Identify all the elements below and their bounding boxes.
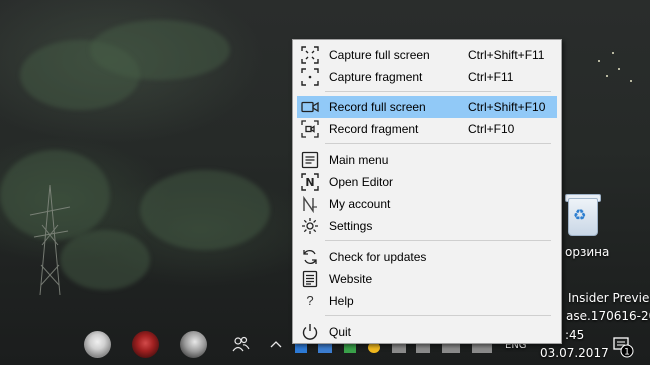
tray-context-menu: Capture full screen Ctrl+Shift+F11 Captu… <box>292 39 562 344</box>
menu-item-capture-fragment[interactable]: Capture fragment Ctrl+F11 <box>297 66 557 88</box>
menu-item-quit[interactable]: Quit <box>297 321 557 343</box>
capture-fragment-icon <box>301 68 319 86</box>
menu-item-label: Quit <box>329 325 352 339</box>
menu-item-label: Record fragment <box>329 122 419 136</box>
svg-text:N: N <box>305 176 314 189</box>
menu-item-capture-full-screen[interactable]: Capture full screen Ctrl+Shift+F11 <box>297 44 557 66</box>
star-dot <box>606 75 608 77</box>
menu-item-my-account[interactable]: My account <box>297 193 557 215</box>
capture-full-screen-icon <box>301 46 319 64</box>
menu-separator <box>325 240 551 241</box>
menu-item-label: Help <box>329 294 354 308</box>
menu-item-label: Check for updates <box>329 250 427 264</box>
menu-item-settings[interactable]: Settings <box>297 215 557 237</box>
recycle-bin-label[interactable]: орзина <box>565 245 609 259</box>
menu-separator <box>325 91 551 92</box>
notification-count: 1 <box>624 348 630 358</box>
menu-item-label: Capture fragment <box>329 70 423 84</box>
menu-item-label: Open Editor <box>329 175 394 189</box>
document-icon <box>302 270 318 288</box>
star-dot <box>598 60 600 62</box>
menu-separator <box>325 315 551 316</box>
chevron-up-icon[interactable] <box>270 340 282 348</box>
contact-avatar[interactable] <box>132 331 159 358</box>
menu-item-label: Website <box>329 272 373 286</box>
contact-avatar[interactable] <box>84 331 111 358</box>
menu-item-label: Record full screen <box>329 100 426 114</box>
menu-item-label: Capture full screen <box>329 48 430 62</box>
menu-item-check-for-updates[interactable]: Check for updates <box>297 246 557 268</box>
menu-item-label: Settings <box>329 219 373 233</box>
clock-date[interactable]: 03.07.2017 <box>540 346 609 360</box>
star-dot <box>630 80 632 82</box>
video-camera-icon <box>301 101 319 113</box>
people-icon[interactable] <box>232 336 250 352</box>
tree-silhouette <box>140 170 270 250</box>
recycle-bin-icon[interactable]: ♻ <box>562 192 602 238</box>
watermark-build: ase.170616-2021 <box>566 309 650 323</box>
menu-item-open-editor[interactable]: N Open Editor <box>297 171 557 193</box>
menu-item-label: Main menu <box>329 153 389 167</box>
notifications-icon[interactable]: 1 <box>612 336 634 358</box>
menu-item-help[interactable]: ? Help <box>297 290 557 312</box>
clock-time[interactable]: :45 <box>565 328 584 342</box>
star-dot <box>618 68 620 70</box>
tree-silhouette <box>90 20 230 80</box>
menu-item-shortcut: Ctrl+F11 <box>468 70 514 84</box>
menu-item-website[interactable]: Website <box>297 268 557 290</box>
watermark-edition: Insider Preview <box>568 291 650 305</box>
record-fragment-icon <box>301 120 319 138</box>
editor-icon: N <box>301 173 319 191</box>
account-icon <box>303 195 317 213</box>
main-menu-icon <box>301 151 319 169</box>
menu-item-label: My account <box>329 197 391 211</box>
menu-item-record-fragment[interactable]: Record fragment Ctrl+F10 <box>297 118 557 140</box>
menu-item-record-full-screen[interactable]: Record full screen Ctrl+Shift+F10 <box>297 96 557 118</box>
gear-icon <box>302 218 318 234</box>
menu-separator <box>325 143 551 144</box>
menu-item-shortcut: Ctrl+F10 <box>468 122 515 136</box>
menu-item-shortcut: Ctrl+Shift+F11 <box>468 48 545 62</box>
star-dot <box>612 52 614 54</box>
help-icon: ? <box>306 293 314 308</box>
refresh-icon <box>303 250 317 264</box>
menu-item-shortcut: Ctrl+Shift+F10 <box>468 100 546 114</box>
power-pylon <box>29 185 71 295</box>
contact-avatar[interactable] <box>180 331 207 358</box>
power-icon <box>302 324 318 340</box>
menu-item-main-menu[interactable]: Main menu <box>297 149 557 171</box>
